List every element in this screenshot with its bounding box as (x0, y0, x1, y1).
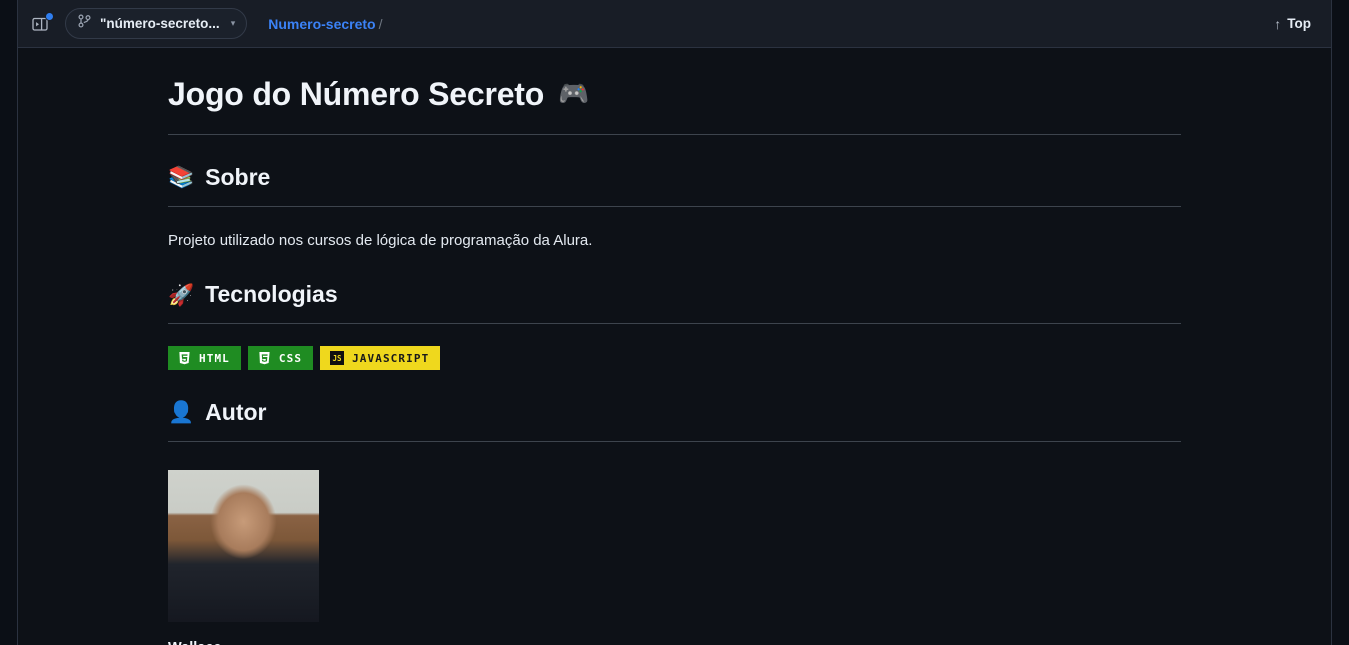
chevron-down-icon: ▾ (230, 18, 236, 28)
badge-html[interactable]: HTML (168, 346, 241, 371)
section-heading-tecnologias-label: Tecnologias (205, 281, 338, 308)
right-gutter (1331, 0, 1349, 645)
technology-badge-list: HTML CSS JS JAVASCRIPT (168, 346, 1331, 371)
breadcrumb-item-repo[interactable]: Numero-secreto (268, 16, 375, 32)
panel-toggle-icon[interactable] (27, 11, 54, 37)
breadcrumb: Numero-secreto / (268, 16, 382, 32)
badge-javascript[interactable]: JS JAVASCRIPT (320, 346, 441, 371)
section-heading-sobre-label: Sobre (205, 164, 271, 190)
readme-document: Jogo do Número Secreto 🎮 📚 Sobre Projeto… (18, 48, 1331, 645)
readme-preview-pane[interactable]: Jogo do Número Secreto 🎮 📚 Sobre Projeto… (18, 48, 1331, 645)
javascript-icon: JS (330, 351, 345, 366)
left-gutter (0, 0, 18, 645)
html5-icon (178, 351, 191, 365)
avatar (168, 469, 319, 622)
branch-selector[interactable]: "número-secreto... ▾ (65, 8, 248, 39)
section-heading-tecnologias: 🚀 Tecnologias (168, 280, 1331, 310)
scroll-to-top-label: Top (1287, 16, 1311, 31)
bust-in-silhouette-icon: 👤 (168, 401, 195, 425)
author-name: Wallace (168, 640, 1331, 645)
sobre-divider (168, 205, 1181, 207)
arrow-up-icon: ↑ (1274, 15, 1282, 32)
books-icon: 📚 (168, 166, 195, 190)
badge-html-label: HTML (199, 351, 230, 365)
page-title: Jogo do Número Secreto 🎮 (168, 74, 1331, 114)
rocket-icon: 🚀 (168, 283, 195, 307)
section-heading-autor-label: Autor (205, 399, 267, 426)
app-window: "número-secreto... ▾ Numero-secreto / ↑ T… (0, 0, 1349, 645)
badge-css-label: CSS (278, 351, 303, 365)
breadcrumb-separator: / (378, 15, 383, 32)
sobre-paragraph: Projeto utilizado nos cursos de lógica d… (168, 231, 593, 249)
page-title-text: Jogo do Número Secreto (168, 76, 545, 112)
badge-javascript-label: JAVASCRIPT (352, 351, 430, 365)
section-heading-autor: 👤 Autor (168, 398, 1331, 428)
editor-frame: "número-secreto... ▾ Numero-secreto / ↑ T… (18, 0, 1331, 645)
section-tecnologias: 🚀 Tecnologias HTML CSS JS JAVASCRIPT (168, 280, 1331, 371)
video-game-icon: 🎮 (558, 79, 590, 108)
section-autor: 👤 Autor Wallace Meu GitHub (168, 398, 1331, 645)
top-toolbar: "número-secreto... ▾ Numero-secreto / ↑ T… (18, 0, 1331, 48)
css3-icon (258, 351, 271, 365)
autor-divider (168, 440, 1181, 442)
section-heading-sobre: 📚 Sobre (168, 163, 1331, 193)
toolbar-left-group: "número-secreto... ▾ Numero-secreto / (27, 8, 382, 39)
branch-name-label: "número-secreto... (100, 16, 220, 31)
title-divider (168, 134, 1181, 135)
tecnologias-divider (168, 323, 1181, 325)
badge-css[interactable]: CSS (247, 346, 314, 371)
section-sobre: 📚 Sobre Projeto utilizado nos cursos de … (168, 163, 1331, 252)
scroll-to-top-button[interactable]: ↑ Top (1274, 16, 1317, 32)
git-branch-icon (78, 14, 91, 33)
notification-dot (45, 11, 54, 21)
